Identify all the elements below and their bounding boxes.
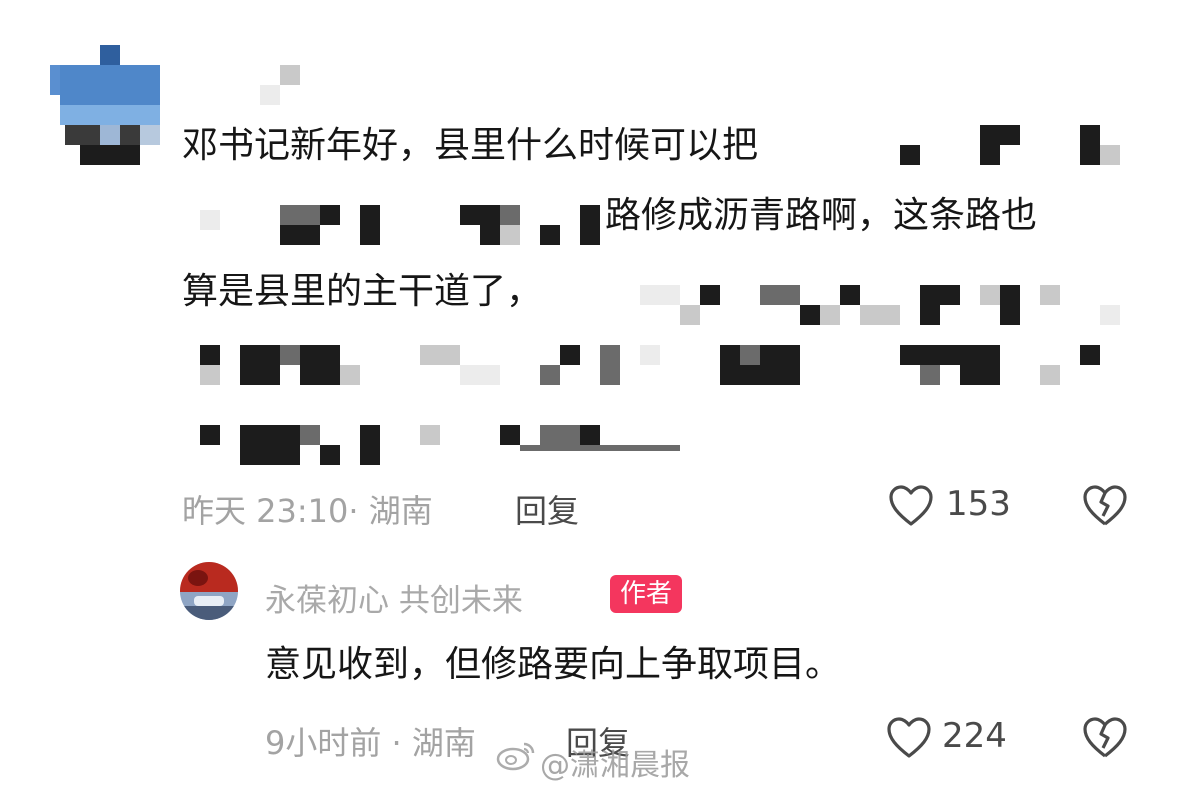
watermark-text: @潇湘晨报: [540, 748, 690, 783]
heart-outline-icon: [888, 484, 934, 528]
reply-text: 意见收到，但修路要向上争取项目。: [265, 644, 842, 685]
reply-like-count: 224: [942, 716, 1007, 756]
commenter-avatar-pixelated[interactable]: [45, 45, 165, 170]
broken-heart-icon[interactable]: [1082, 716, 1128, 760]
author-badge: 作者: [610, 575, 683, 613]
author-avatar[interactable]: [180, 562, 238, 620]
weibo-logo-icon: [496, 738, 536, 772]
broken-heart-icon[interactable]: [1082, 484, 1128, 528]
like-count: 153: [946, 484, 1011, 524]
comment-line-3: 算是县里的主干道了，: [182, 271, 543, 312]
comment-line-1: 邓书记新年好，县里什么时候可以把: [182, 125, 759, 166]
author-username[interactable]: 永葆初心 共创未来: [265, 575, 523, 620]
reply-button[interactable]: 回复: [515, 486, 579, 532]
comment-timestamp: 昨天 23:10· 湖南: [182, 492, 433, 530]
heart-outline-icon: [886, 716, 932, 760]
comment-line-2: 路修成沥青路啊，这条路也: [605, 195, 1038, 236]
reply-timestamp: 9小时前 · 湖南: [265, 724, 476, 762]
